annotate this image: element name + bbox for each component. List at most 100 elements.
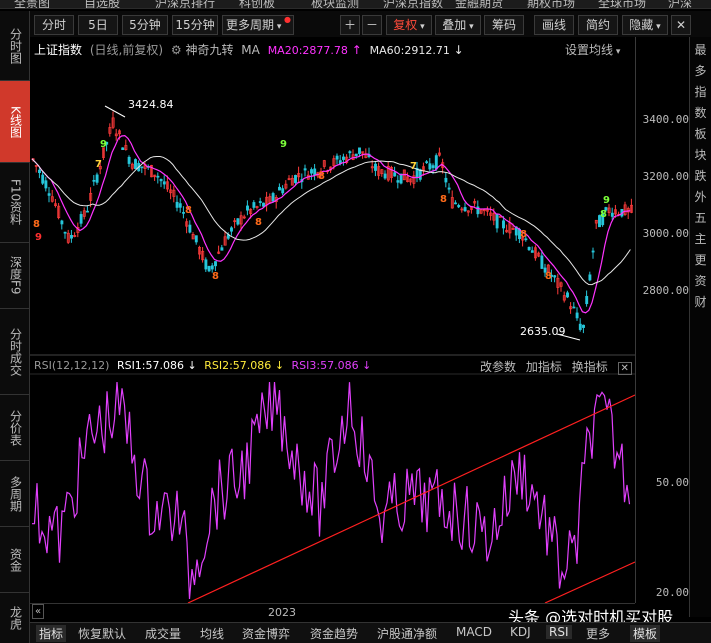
right-tab-label[interactable]: 数 bbox=[690, 106, 711, 121]
right-tab-label[interactable]: 板 bbox=[690, 127, 711, 142]
tab-more[interactable]: 更多 bbox=[586, 625, 610, 642]
candle-body bbox=[399, 173, 403, 184]
chart-area[interactable]: 8 9 9 7 8 8 8 9 8 7 8 8 8 8 9 3424.84 2635.09 上证指数 (日线… bbox=[30, 37, 635, 603]
top-menu-item[interactable]: 科创板 bbox=[239, 0, 275, 8]
rsi-support-trendline[interactable] bbox=[187, 394, 635, 603]
right-tab-label[interactable]: 主 bbox=[690, 232, 711, 247]
tab-reset-default[interactable]: 恢复默认 bbox=[78, 625, 126, 642]
candle-body bbox=[95, 174, 99, 183]
nine-turn-marker: 8 bbox=[440, 194, 447, 205]
overlay-dropdown[interactable]: 叠加 ▾ bbox=[435, 15, 481, 35]
right-tab-label[interactable]: 指 bbox=[690, 85, 711, 100]
candle-body bbox=[335, 155, 339, 160]
zoom-in-button[interactable]: ＋ bbox=[340, 15, 360, 35]
tab-fund-game[interactable]: 资金博弈 bbox=[242, 625, 290, 642]
right-tab-label[interactable]: 块 bbox=[690, 148, 711, 163]
draw-line-button[interactable]: 画线 bbox=[534, 15, 574, 35]
right-tab-label[interactable]: 多 bbox=[690, 64, 711, 79]
sidebar-item-label: 分时图 bbox=[8, 27, 23, 64]
add-indicator-button[interactable]: 加指标 bbox=[526, 360, 562, 374]
kline-chart-svg[interactable]: 8 9 9 7 8 8 8 9 8 7 8 8 8 8 9 3424.84 2635.09 bbox=[30, 37, 635, 603]
tab-template[interactable]: 模板 bbox=[630, 625, 661, 642]
simple-mode-button[interactable]: 简约 bbox=[578, 15, 618, 35]
tab-kdj[interactable]: KDJ bbox=[510, 625, 531, 639]
right-tab-label[interactable]: 财 bbox=[690, 295, 711, 310]
gear-icon[interactable]: ⚙ bbox=[171, 43, 182, 57]
candle-body bbox=[79, 214, 83, 224]
sidebar-item-price-table[interactable]: 分价表 bbox=[0, 395, 30, 461]
zoom-out-button[interactable]: － bbox=[362, 15, 382, 35]
sidebar-item-dragon[interactable]: 龙虎 bbox=[0, 593, 30, 643]
candle-body bbox=[588, 274, 592, 281]
sidebar-item-timeshare[interactable]: 分时图 bbox=[0, 11, 30, 81]
tab-rsi[interactable]: RSI bbox=[546, 625, 572, 639]
candle-body bbox=[463, 207, 467, 212]
hide-dropdown[interactable]: 隐藏 ▾ bbox=[622, 15, 668, 35]
top-menu-item[interactable]: 沪深京指数 bbox=[383, 0, 443, 8]
top-menu-item[interactable]: 全球市场 bbox=[598, 0, 646, 8]
indicator-name[interactable]: 神奇九转 bbox=[185, 43, 233, 57]
tab-indicator[interactable]: 指标 bbox=[36, 625, 67, 642]
close-icon[interactable]: ✕ bbox=[617, 362, 632, 375]
right-tab-label[interactable]: 资 bbox=[690, 274, 711, 289]
right-tab-label[interactable]: 跌 bbox=[690, 169, 711, 184]
more-periods-dropdown[interactable]: 更多周期 ▾ ● bbox=[222, 15, 294, 35]
candle-body bbox=[591, 250, 595, 253]
candle-body bbox=[348, 151, 352, 154]
rsi3-value: RSI3:57.086 bbox=[291, 359, 359, 372]
chips-button[interactable]: 筹码 bbox=[484, 15, 524, 35]
sidebar-item-label: 分时成交 bbox=[8, 327, 23, 376]
tab-northbound[interactable]: 沪股通净额 bbox=[377, 625, 437, 642]
tab-volume[interactable]: 成交量 bbox=[145, 625, 181, 642]
top-menu-item[interactable]: 沪深京排行 bbox=[155, 0, 215, 8]
candle-body bbox=[86, 210, 89, 213]
candle-body bbox=[457, 204, 461, 208]
close-icon[interactable]: ✕ bbox=[671, 15, 691, 35]
sidebar-item-label: 多周期 bbox=[8, 475, 23, 512]
period-5min-button[interactable]: 5分钟 bbox=[122, 15, 168, 35]
sidebar-item-kline[interactable]: K线图 bbox=[0, 81, 30, 163]
candle-body bbox=[582, 324, 585, 328]
rsi-header: RSI(12,12,12) RSI1:57.086 ↓ RSI2:57.086 … bbox=[34, 359, 371, 372]
period-15min-button[interactable]: 15分钟 bbox=[172, 15, 218, 35]
tab-fund-trend[interactable]: 资金趋势 bbox=[310, 625, 358, 642]
price-tick: 3400.00 bbox=[642, 113, 689, 126]
sidebar-item-funds[interactable]: 资金 bbox=[0, 527, 30, 593]
top-menu-item[interactable]: 沪深 bbox=[668, 0, 692, 8]
change-param-button[interactable]: 改参数 bbox=[480, 360, 516, 374]
sidebar-item-multi-period[interactable]: 多周期 bbox=[0, 461, 30, 527]
right-panel-tabs: 最 多 指 数 板 块 跌 外 五 主 更 资 财 bbox=[689, 37, 711, 617]
price-tick: 3200.00 bbox=[642, 170, 689, 183]
top-menu-item[interactable]: 自选股 bbox=[84, 0, 120, 8]
year-label: 2023 bbox=[268, 606, 296, 619]
candle-body bbox=[383, 173, 387, 179]
period-5day-button[interactable]: 5日 bbox=[78, 15, 118, 35]
chevron-down-icon: ▾ bbox=[417, 22, 425, 32]
scroll-left-icon[interactable]: « bbox=[32, 604, 45, 619]
candle-body bbox=[140, 166, 144, 169]
tab-macd[interactable]: MACD bbox=[456, 625, 492, 639]
sidebar-item-depth[interactable]: 深度F9 bbox=[0, 243, 30, 309]
ma-settings-dropdown[interactable]: 设置均线 ▾ bbox=[565, 41, 620, 58]
adjust-dropdown[interactable]: 复权 ▾ bbox=[386, 15, 432, 35]
candle-body bbox=[374, 163, 377, 171]
sidebar-item-f10[interactable]: F10资料 bbox=[0, 163, 30, 243]
indicator-tabs-bar: 指标 恢复默认 成交量 均线 资金博弈 资金趋势 沪股通净额 MACD KDJ … bbox=[30, 622, 711, 643]
top-menu-item[interactable]: 期权市场 bbox=[527, 0, 575, 8]
tab-ma[interactable]: 均线 bbox=[200, 625, 224, 642]
candle-body bbox=[527, 246, 531, 251]
top-menu-item[interactable]: 金融期货 bbox=[455, 0, 503, 8]
right-tab-label[interactable]: 五 bbox=[690, 211, 711, 226]
top-menu-item[interactable]: 板块监测 bbox=[311, 0, 359, 8]
sidebar-item-trades[interactable]: 分时成交 bbox=[0, 309, 30, 395]
right-tab-label[interactable]: 更 bbox=[690, 253, 711, 268]
top-menu-item[interactable]: 全景图 bbox=[14, 0, 50, 8]
candle-body bbox=[428, 163, 432, 170]
right-tab-label[interactable]: 外 bbox=[690, 190, 711, 205]
candle-body bbox=[121, 147, 125, 151]
candle-body bbox=[156, 175, 160, 178]
switch-indicator-button[interactable]: 换指标 bbox=[572, 360, 608, 374]
period-timeshare-button[interactable]: 分时 bbox=[34, 15, 74, 35]
right-tab-label[interactable]: 最 bbox=[690, 43, 711, 58]
candle-body bbox=[194, 235, 198, 243]
